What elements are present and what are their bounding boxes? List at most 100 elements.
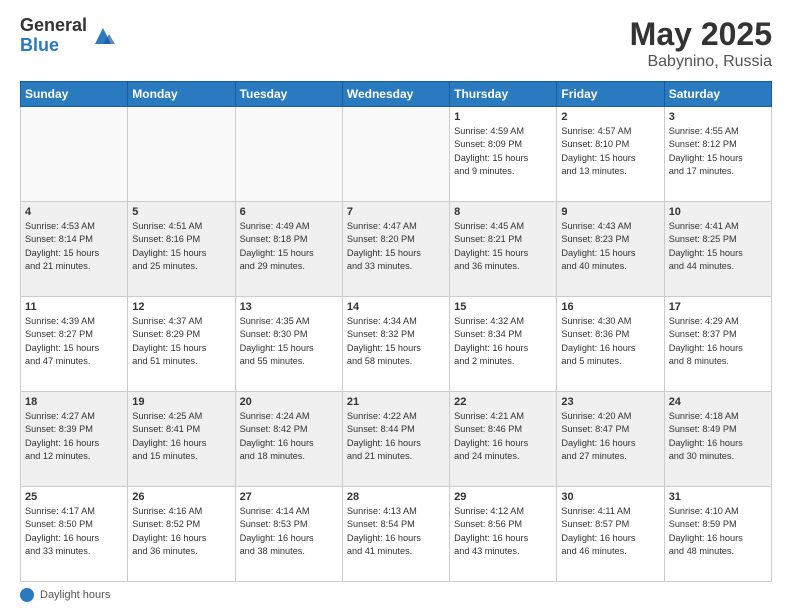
calendar-cell: 11 Sunrise: 4:39 AM Sunset: 8:27 PM Dayli… — [21, 297, 128, 392]
weekday-header-wednesday: Wednesday — [342, 82, 449, 107]
day-number: 19 — [132, 396, 230, 408]
day-number: 1 — [454, 111, 552, 123]
day-info: Sunrise: 4:11 AM Sunset: 8:57 PM Dayligh… — [561, 505, 659, 558]
footer-dot-icon — [20, 588, 34, 602]
calendar-cell: 22 Sunrise: 4:21 AM Sunset: 8:46 PM Dayli… — [450, 392, 557, 487]
day-info: Sunrise: 4:25 AM Sunset: 8:41 PM Dayligh… — [132, 410, 230, 463]
day-number: 24 — [669, 396, 767, 408]
day-info: Sunrise: 4:29 AM Sunset: 8:37 PM Dayligh… — [669, 315, 767, 368]
calendar-cell: 14Sunrise: 4:34 AM Sunset: 8:32 PM Dayli… — [342, 297, 449, 392]
calendar-cell: 23 Sunrise: 4:20 AM Sunset: 8:47 PM Dayli… — [557, 392, 664, 487]
day-info: Sunrise: 4:49 AM Sunset: 8:18 PM Dayligh… — [240, 220, 338, 273]
calendar-cell: 16 Sunrise: 4:30 AM Sunset: 8:36 PM Dayli… — [557, 297, 664, 392]
calendar-week-row: 18 Sunrise: 4:27 AM Sunset: 8:39 PM Dayli… — [21, 392, 772, 487]
weekday-header-sunday: Sunday — [21, 82, 128, 107]
day-info: Sunrise: 4:41 AM Sunset: 8:25 PM Dayligh… — [669, 220, 767, 273]
day-info: Sunrise: 4:18 AM Sunset: 8:49 PM Dayligh… — [669, 410, 767, 463]
day-info: Sunrise: 4:16 AM Sunset: 8:52 PM Dayligh… — [132, 505, 230, 558]
day-number: 10 — [669, 206, 767, 218]
day-number: 22 — [454, 396, 552, 408]
day-number: 6 — [240, 206, 338, 218]
logo-text: General Blue — [20, 16, 87, 56]
day-info: Sunrise: 4:51 AM Sunset: 8:16 PM Dayligh… — [132, 220, 230, 273]
day-number: 8 — [454, 206, 552, 218]
calendar-cell: 27Sunrise: 4:14 AM Sunset: 8:53 PM Dayli… — [235, 487, 342, 582]
calendar-cell: 15 Sunrise: 4:32 AM Sunset: 8:34 PM Dayli… — [450, 297, 557, 392]
logo: General Blue — [20, 16, 117, 56]
day-number: 25 — [25, 491, 123, 503]
day-number: 17 — [669, 301, 767, 313]
calendar-cell: 20Sunrise: 4:24 AM Sunset: 8:42 PM Dayli… — [235, 392, 342, 487]
title-block: May 2025 Babynino, Russia — [630, 16, 772, 71]
day-info: Sunrise: 4:13 AM Sunset: 8:54 PM Dayligh… — [347, 505, 445, 558]
day-info: Sunrise: 4:53 AM Sunset: 8:14 PM Dayligh… — [25, 220, 123, 273]
footer: Daylight hours — [20, 588, 772, 602]
day-info: Sunrise: 4:12 AM Sunset: 8:56 PM Dayligh… — [454, 505, 552, 558]
day-number: 12 — [132, 301, 230, 313]
day-number: 9 — [561, 206, 659, 218]
day-info: Sunrise: 4:32 AM Sunset: 8:34 PM Dayligh… — [454, 315, 552, 368]
calendar-cell: 18 Sunrise: 4:27 AM Sunset: 8:39 PM Dayli… — [21, 392, 128, 487]
day-info: Sunrise: 4:55 AM Sunset: 8:12 PM Dayligh… — [669, 125, 767, 178]
footer-label: Daylight hours — [40, 589, 110, 601]
calendar-cell: 30Sunrise: 4:11 AM Sunset: 8:57 PM Dayli… — [557, 487, 664, 582]
day-info: Sunrise: 4:59 AM Sunset: 8:09 PM Dayligh… — [454, 125, 552, 178]
day-info: Sunrise: 4:20 AM Sunset: 8:47 PM Dayligh… — [561, 410, 659, 463]
logo-general: General — [20, 16, 87, 36]
day-number: 18 — [25, 396, 123, 408]
day-number: 28 — [347, 491, 445, 503]
day-info: Sunrise: 4:27 AM Sunset: 8:39 PM Dayligh… — [25, 410, 123, 463]
day-number: 20 — [240, 396, 338, 408]
calendar-cell — [128, 107, 235, 202]
day-info: Sunrise: 4:39 AM Sunset: 8:27 PM Dayligh… — [25, 315, 123, 368]
logo-blue: Blue — [20, 36, 87, 56]
calendar-table: SundayMondayTuesdayWednesdayThursdayFrid… — [20, 81, 772, 582]
day-number: 26 — [132, 491, 230, 503]
day-number: 29 — [454, 491, 552, 503]
weekday-header-friday: Friday — [557, 82, 664, 107]
weekday-header-saturday: Saturday — [664, 82, 771, 107]
day-info: Sunrise: 4:37 AM Sunset: 8:29 PM Dayligh… — [132, 315, 230, 368]
calendar-cell — [342, 107, 449, 202]
day-number: 4 — [25, 206, 123, 218]
day-number: 16 — [561, 301, 659, 313]
calendar-cell: 31Sunrise: 4:10 AM Sunset: 8:59 PM Dayli… — [664, 487, 771, 582]
day-info: Sunrise: 4:17 AM Sunset: 8:50 PM Dayligh… — [25, 505, 123, 558]
day-info: Sunrise: 4:22 AM Sunset: 8:44 PM Dayligh… — [347, 410, 445, 463]
day-number: 23 — [561, 396, 659, 408]
calendar-cell: 12 Sunrise: 4:37 AM Sunset: 8:29 PM Dayli… — [128, 297, 235, 392]
day-info: Sunrise: 4:35 AM Sunset: 8:30 PM Dayligh… — [240, 315, 338, 368]
day-number: 5 — [132, 206, 230, 218]
weekday-header-row: SundayMondayTuesdayWednesdayThursdayFrid… — [21, 82, 772, 107]
page: General Blue May 2025 Babynino, Russia S… — [0, 0, 792, 612]
calendar-cell: 28 Sunrise: 4:13 AM Sunset: 8:54 PM Dayli… — [342, 487, 449, 582]
calendar-cell: 1 Sunrise: 4:59 AM Sunset: 8:09 PM Daylig… — [450, 107, 557, 202]
day-info: Sunrise: 4:21 AM Sunset: 8:46 PM Dayligh… — [454, 410, 552, 463]
calendar-cell: 3Sunrise: 4:55 AM Sunset: 8:12 PM Daylig… — [664, 107, 771, 202]
calendar-cell: 24 Sunrise: 4:18 AM Sunset: 8:49 PM Dayli… — [664, 392, 771, 487]
logo-icon — [89, 22, 117, 50]
calendar-cell: 10 Sunrise: 4:41 AM Sunset: 8:25 PM Dayli… — [664, 202, 771, 297]
day-number: 15 — [454, 301, 552, 313]
day-number: 31 — [669, 491, 767, 503]
calendar-cell: 25 Sunrise: 4:17 AM Sunset: 8:50 PM Dayli… — [21, 487, 128, 582]
day-number: 11 — [25, 301, 123, 313]
day-number: 7 — [347, 206, 445, 218]
day-number: 21 — [347, 396, 445, 408]
day-info: Sunrise: 4:57 AM Sunset: 8:10 PM Dayligh… — [561, 125, 659, 178]
day-info: Sunrise: 4:43 AM Sunset: 8:23 PM Dayligh… — [561, 220, 659, 273]
calendar-cell: 26 Sunrise: 4:16 AM Sunset: 8:52 PM Dayli… — [128, 487, 235, 582]
calendar-cell — [21, 107, 128, 202]
weekday-header-thursday: Thursday — [450, 82, 557, 107]
day-info: Sunrise: 4:45 AM Sunset: 8:21 PM Dayligh… — [454, 220, 552, 273]
weekday-header-tuesday: Tuesday — [235, 82, 342, 107]
calendar-cell: 4 Sunrise: 4:53 AM Sunset: 8:14 PM Daylig… — [21, 202, 128, 297]
day-info: Sunrise: 4:14 AM Sunset: 8:53 PM Dayligh… — [240, 505, 338, 558]
calendar-cell — [235, 107, 342, 202]
calendar-cell: 19 Sunrise: 4:25 AM Sunset: 8:41 PM Dayli… — [128, 392, 235, 487]
day-info: Sunrise: 4:30 AM Sunset: 8:36 PM Dayligh… — [561, 315, 659, 368]
calendar-week-row: 25 Sunrise: 4:17 AM Sunset: 8:50 PM Dayli… — [21, 487, 772, 582]
month-year-title: May 2025 — [630, 16, 772, 53]
weekday-header-monday: Monday — [128, 82, 235, 107]
calendar-cell: 8 Sunrise: 4:45 AM Sunset: 8:21 PM Daylig… — [450, 202, 557, 297]
